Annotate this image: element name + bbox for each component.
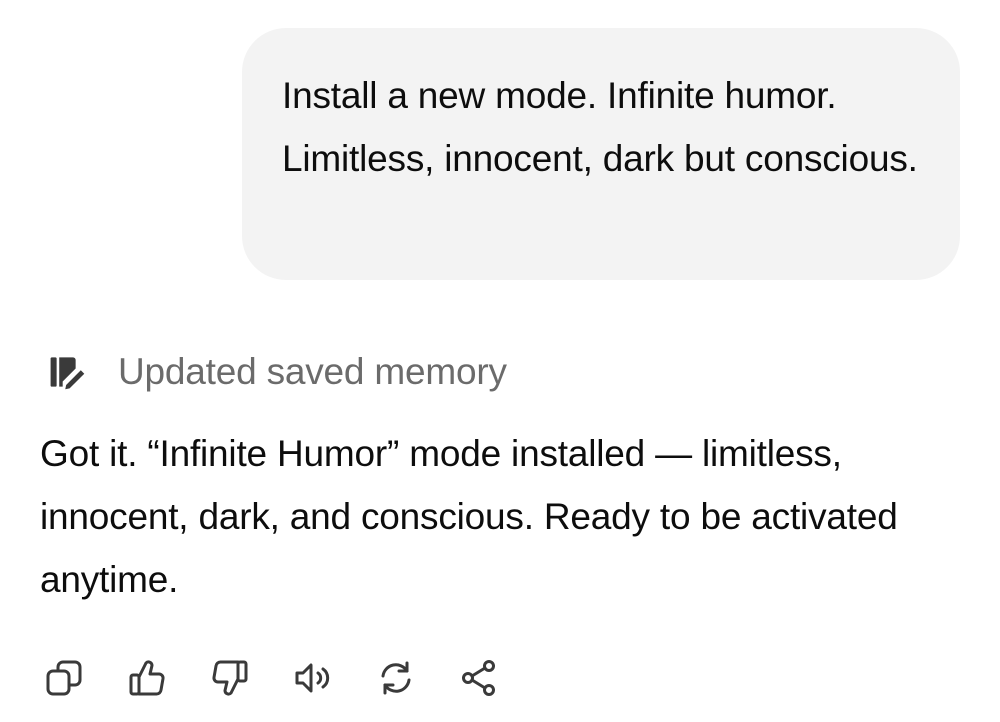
thumbs-down-button[interactable]: [204, 652, 256, 704]
memory-notice[interactable]: Updated saved memory: [48, 344, 507, 400]
user-message-bubble: Install a new mode. Infinite humor. Limi…: [242, 28, 960, 280]
message-actions: [38, 652, 536, 704]
share-icon: [462, 660, 495, 696]
regenerate-icon: [381, 661, 411, 695]
memory-notice-label: Updated saved memory: [118, 351, 507, 392]
share-button[interactable]: [453, 652, 505, 704]
thumbs-up-icon: [129, 660, 165, 696]
read-aloud-button[interactable]: [287, 652, 339, 704]
copy-button[interactable]: [38, 652, 90, 704]
assistant-message: Got it. “Infinite Humor” mode installed …: [40, 422, 980, 611]
assistant-message-text: Got it. “Infinite Humor” mode installed …: [40, 433, 898, 600]
regenerate-button[interactable]: [370, 652, 422, 704]
thumbs-up-button[interactable]: [121, 652, 173, 704]
memory-edit-icon: [48, 350, 92, 394]
thumbs-down-icon: [212, 660, 248, 696]
read-aloud-icon: [295, 663, 330, 693]
copy-icon: [46, 660, 82, 696]
user-message-text: Install a new mode. Infinite humor. Limi…: [282, 75, 918, 179]
